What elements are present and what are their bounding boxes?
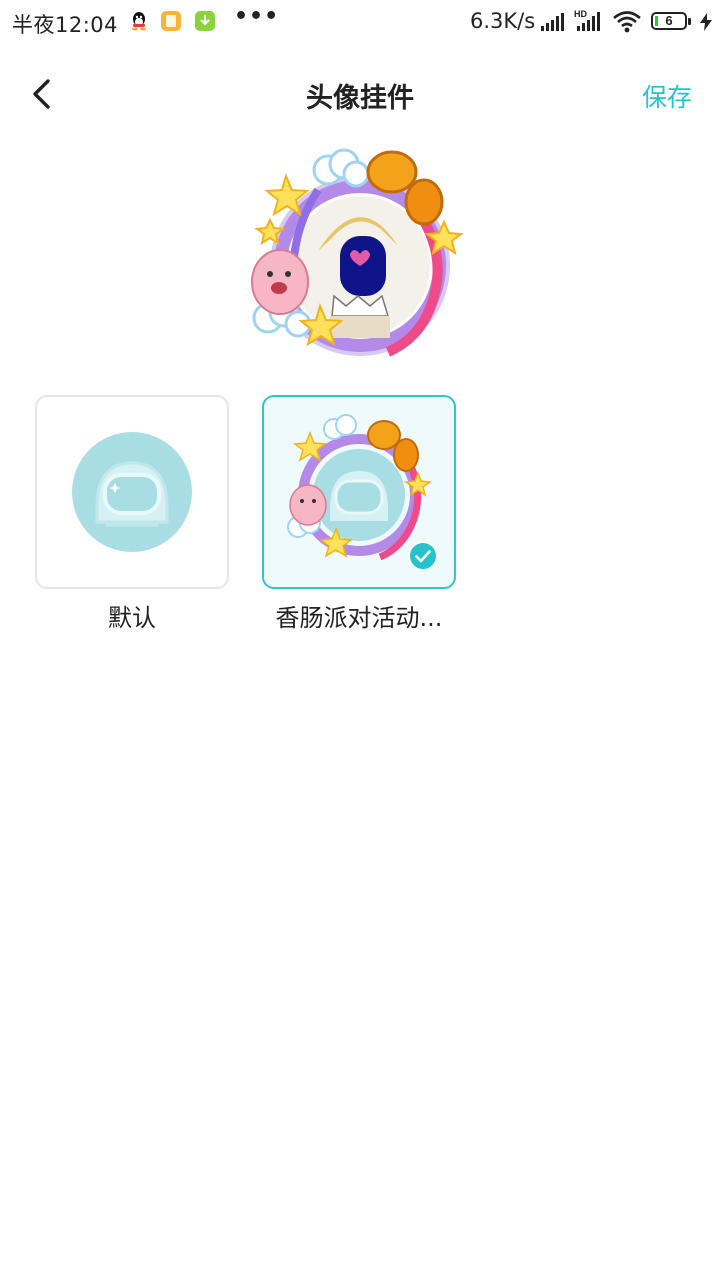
user-avatar-image xyxy=(290,196,430,338)
download-app-icon xyxy=(195,11,215,31)
pink-character-icon xyxy=(251,249,309,315)
hd-signal-icon: HD xyxy=(574,9,600,31)
qq-icon xyxy=(132,12,146,31)
pendant-option-default[interactable] xyxy=(35,395,229,589)
charging-icon xyxy=(700,13,712,31)
save-button[interactable]: 保存 xyxy=(642,78,692,114)
hd-label: HD xyxy=(574,9,587,19)
header-bar: 头像挂件 保存 xyxy=(0,60,720,132)
pendant-label-default: 默认 xyxy=(108,604,156,632)
battery-level: 6 xyxy=(665,13,673,28)
page-title: 头像挂件 xyxy=(306,83,414,114)
pendant-option-sausage-party[interactable] xyxy=(262,395,456,589)
status-bar: 半夜12:04 ••• 6.3K/s HD 6 xyxy=(0,0,720,44)
wifi-icon xyxy=(613,11,641,33)
pendant-label-sausage-party: 香肠派对活动... xyxy=(275,604,443,632)
signal-icon xyxy=(541,13,564,31)
network-speed: 6.3K/s xyxy=(470,9,536,33)
avatar-preview xyxy=(248,146,472,368)
status-time: 半夜12:04 xyxy=(12,13,119,37)
notes-app-icon xyxy=(161,11,181,31)
default-avatar-icon xyxy=(72,432,192,552)
selected-check-icon xyxy=(408,541,438,571)
battery-icon: 6 xyxy=(651,12,693,32)
more-notifications-icon: ••• xyxy=(234,4,280,29)
